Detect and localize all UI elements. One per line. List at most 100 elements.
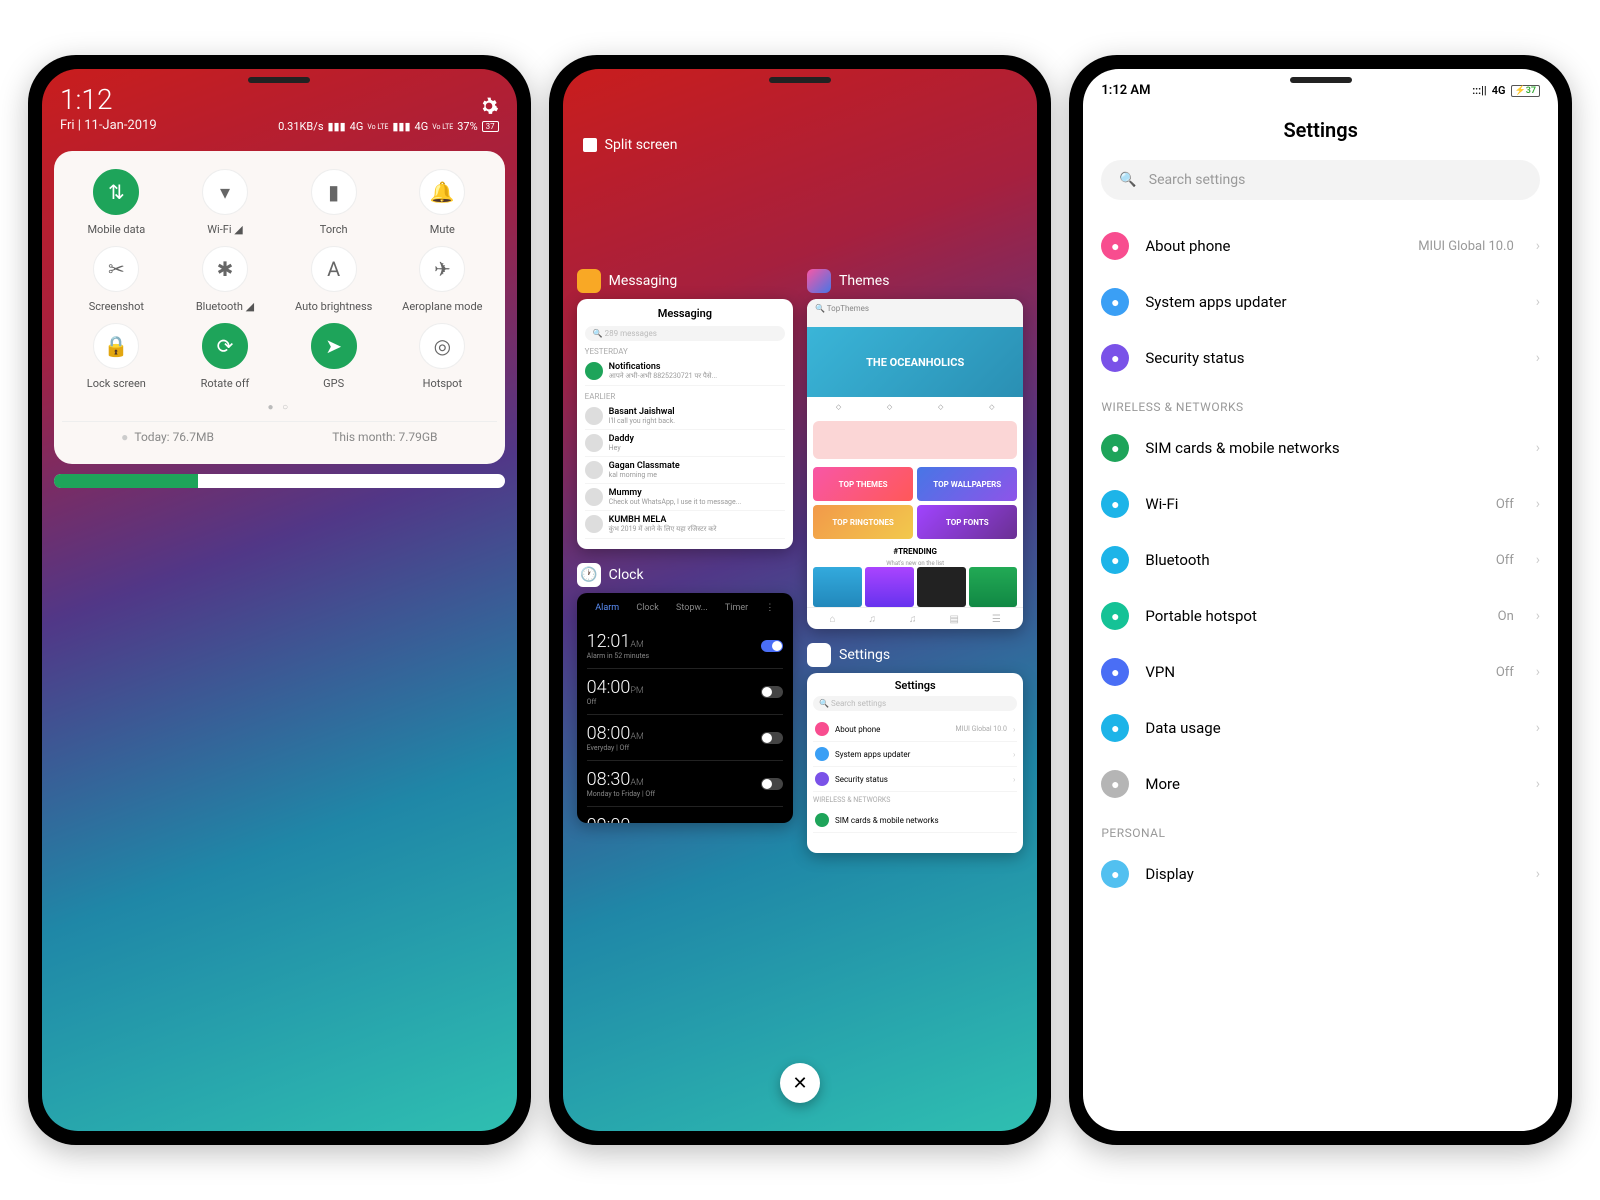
settings-gear-icon[interactable] bbox=[479, 96, 499, 116]
toggle-label: Wi-Fi ◢ bbox=[207, 223, 242, 236]
toggle-icon: ✂ bbox=[93, 246, 139, 292]
chevron-icon: › bbox=[1013, 750, 1015, 759]
net-speed: 0.31KB/s bbox=[278, 120, 323, 133]
toggle-label: Auto brightness bbox=[295, 300, 372, 313]
toggle-aeroplane-mode[interactable]: ✈Aeroplane mode bbox=[388, 246, 497, 313]
clock-app-icon: 🕐 bbox=[577, 563, 601, 587]
toggle-bluetooth[interactable]: ✱Bluetooth ◢ bbox=[171, 246, 280, 313]
theme-thumb bbox=[813, 567, 862, 607]
msg-notif-name: Notifications bbox=[609, 362, 717, 372]
settings-row-label: About phone bbox=[1145, 237, 1402, 255]
msg-preview: Hey bbox=[609, 444, 634, 452]
settings-row-about-phone[interactable]: ● About phone MIUI Global 10.0 › bbox=[1083, 218, 1558, 274]
notif-avatar-icon bbox=[585, 362, 603, 380]
toggle-icon: ✱ bbox=[202, 246, 248, 292]
alarm-time: 08:00AM bbox=[587, 723, 644, 744]
theme-tile: TOP WALLPAPERS bbox=[917, 467, 1017, 501]
alarm-time: 08:30AM bbox=[587, 769, 655, 790]
set-row: Security status› bbox=[813, 767, 1017, 792]
msg-row: DaddyHey bbox=[585, 430, 785, 457]
toggle-mute[interactable]: 🔔 Mute bbox=[388, 169, 497, 236]
msg-name: Gagan Classmate bbox=[609, 461, 680, 471]
recent-app-messaging[interactable]: Messaging Messaging 🔍 289 messages YESTE… bbox=[577, 269, 793, 549]
volte-2: Vo LTE bbox=[432, 123, 453, 131]
clock-menu-icon: ⋮ bbox=[765, 603, 774, 613]
settings-row-security-status[interactable]: ●Security status› bbox=[1083, 330, 1558, 386]
toggle-wi-fi[interactable]: ▾Wi-Fi ◢ bbox=[171, 169, 280, 236]
msg-section-earlier: EARLIER bbox=[585, 392, 785, 401]
alarm-row: 08:30AMMonday to Friday | Off bbox=[587, 761, 783, 807]
chevron-right-icon: › bbox=[1536, 866, 1540, 882]
notch bbox=[1290, 77, 1352, 83]
toggle-label: Torch bbox=[320, 223, 348, 236]
settings-row-icon: ● bbox=[1101, 232, 1129, 260]
alarm-time: 04:00PM bbox=[587, 677, 644, 698]
toggle-label: Mute bbox=[430, 223, 455, 236]
themes-app-icon bbox=[807, 269, 831, 293]
settings-row-sim-cards-mobile-networks[interactable]: ●SIM cards & mobile networks› bbox=[1083, 420, 1558, 476]
toggle-torch[interactable]: ▮Torch bbox=[279, 169, 388, 236]
msg-section-yesterday: YESTERDAY bbox=[585, 347, 785, 356]
clock-tab: Timer bbox=[725, 603, 748, 613]
alarm-switch bbox=[761, 640, 783, 652]
brightness-slider[interactable] bbox=[54, 474, 505, 488]
recent-app-clock[interactable]: 🕐 Clock AlarmClockStopw...Timer⋮ 12:01AM… bbox=[577, 563, 793, 823]
chevron-right-icon: › bbox=[1536, 440, 1540, 456]
set-icon bbox=[815, 747, 829, 761]
net-4g-1: 4G bbox=[350, 120, 364, 133]
close-all-button[interactable]: ✕ bbox=[780, 1063, 820, 1103]
usage-month: This month: 7.79GB bbox=[332, 430, 437, 444]
phone-recents: Split screen Messaging Messaging 🔍 289 m… bbox=[549, 55, 1052, 1145]
settings-row-label: Bluetooth bbox=[1145, 551, 1479, 569]
msg-avatar-icon bbox=[585, 407, 603, 425]
msg-avatar-icon bbox=[585, 461, 603, 479]
settings-row-icon: ● bbox=[1101, 658, 1129, 686]
toggle-label: Hotspot bbox=[423, 377, 462, 390]
settings-row-system-apps-updater[interactable]: ●System apps updater› bbox=[1083, 274, 1558, 330]
toggle-icon: 🔔 bbox=[419, 169, 465, 215]
phone-control-center: 1:12 Fri | 11-Jan-2019 0.31KB/s ▮▮▮ 4G V… bbox=[28, 55, 531, 1145]
settings-row-display[interactable]: ●Display› bbox=[1083, 846, 1558, 902]
toggle-hotspot[interactable]: ◎Hotspot bbox=[388, 323, 497, 390]
data-usage-row[interactable]: ●Today: 76.7MB This month: 7.79GB bbox=[62, 421, 497, 452]
toggle-rotate-off[interactable]: ⟳Rotate off bbox=[171, 323, 280, 390]
settings-row-icon: ● bbox=[1101, 344, 1129, 372]
chevron-right-icon: › bbox=[1536, 238, 1540, 254]
recent-app-themes[interactable]: Themes 🔍 TopThemes THE OCEANHOLICS ◇◇◇◇ … bbox=[807, 269, 1023, 629]
settings-row-wi-fi[interactable]: ●Wi-FiOff› bbox=[1083, 476, 1558, 532]
theme-tile: TOP RINGTONES bbox=[813, 505, 913, 539]
settings-row-vpn[interactable]: ●VPNOff› bbox=[1083, 644, 1558, 700]
msg-row: MummyCheck out WhatsApp, I use it to mes… bbox=[585, 484, 785, 511]
set-header: Settings bbox=[813, 679, 1017, 692]
settings-card-title: Settings bbox=[839, 647, 890, 663]
toggle-mobile-data[interactable]: ⇅Mobile data bbox=[62, 169, 171, 236]
toggle-auto-brightness[interactable]: A Auto brightness bbox=[279, 246, 388, 313]
set-icon bbox=[815, 722, 829, 736]
search-input[interactable]: 🔍 Search settings bbox=[1101, 160, 1540, 200]
split-screen-button[interactable]: Split screen bbox=[583, 137, 678, 153]
toggle-screenshot[interactable]: ✂Screenshot bbox=[62, 246, 171, 313]
set-label: About phone bbox=[835, 725, 880, 734]
settings-row-value: MIUI Global 10.0 bbox=[1418, 239, 1514, 254]
toggle-lock-screen[interactable]: 🔒Lock screen bbox=[62, 323, 171, 390]
settings-row-portable-hotspot[interactable]: ●Portable hotspotOn› bbox=[1083, 588, 1558, 644]
split-screen-label: Split screen bbox=[605, 137, 678, 153]
toggle-gps[interactable]: ➤GPS bbox=[279, 323, 388, 390]
settings-row-label: Security status bbox=[1145, 349, 1519, 367]
settings-row-more[interactable]: ●More› bbox=[1083, 756, 1558, 812]
recent-app-settings[interactable]: ⚙ Settings Settings 🔍 Search settings Ab… bbox=[807, 643, 1023, 853]
alarm-row: 08:00AMEveryday | Off bbox=[587, 715, 783, 761]
theme-thumb bbox=[969, 567, 1018, 607]
toggle-icon: A bbox=[311, 246, 357, 292]
alarm-switch bbox=[761, 686, 783, 698]
toggle-icon: ⟳ bbox=[202, 323, 248, 369]
msg-name: KUMBH MELA bbox=[609, 515, 717, 525]
messaging-title: Messaging bbox=[609, 273, 678, 289]
settings-row-data-usage[interactable]: ●Data usage› bbox=[1083, 700, 1558, 756]
settings-row-icon: ● bbox=[1101, 490, 1129, 518]
clock-title: Clock bbox=[609, 567, 644, 583]
settings-row-bluetooth[interactable]: ●BluetoothOff› bbox=[1083, 532, 1558, 588]
set-section: WIRELESS & NETWORKS bbox=[813, 796, 1017, 804]
battery-icon: 37 bbox=[482, 121, 499, 132]
settings-row-icon: ● bbox=[1101, 770, 1129, 798]
